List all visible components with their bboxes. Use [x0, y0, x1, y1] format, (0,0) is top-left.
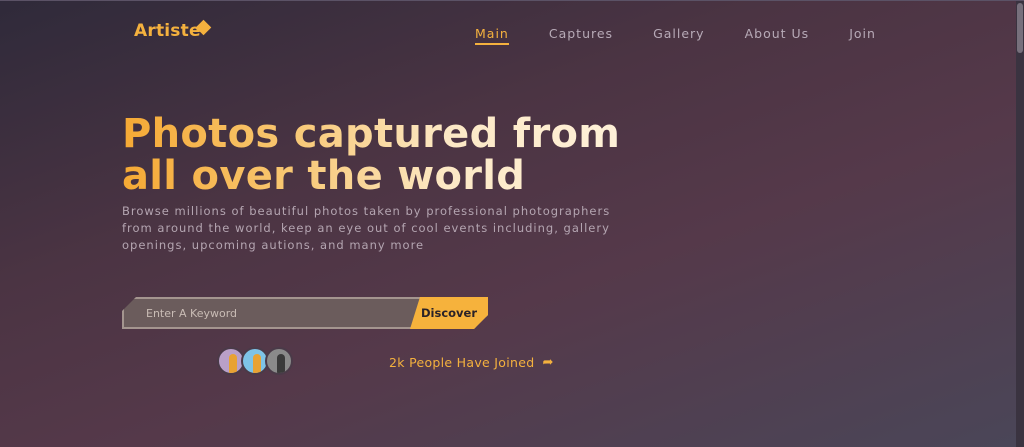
main-nav: Main Captures Gallery About Us Join	[475, 26, 916, 45]
nav-item-captures[interactable]: Captures	[549, 26, 613, 45]
hero-description: Browse millions of beautiful photos take…	[122, 204, 611, 252]
scrollbar-thumb[interactable]	[1017, 3, 1023, 53]
brand-name: Artiste	[134, 21, 201, 41]
nav-item-gallery[interactable]: Gallery	[653, 26, 705, 45]
avatar-group	[217, 347, 293, 375]
avatar	[265, 347, 293, 375]
discover-button[interactable]: Discover	[410, 297, 488, 329]
hero-title: Photos captured from all over the world	[122, 113, 662, 197]
search-input[interactable]	[146, 299, 406, 327]
scrollbar[interactable]	[1016, 1, 1024, 447]
joined-link[interactable]: 2k People Have Joined ➦	[389, 355, 554, 370]
joined-text: 2k People Have Joined	[389, 355, 535, 370]
search-bar: Discover	[122, 297, 488, 329]
nav-item-join[interactable]: Join	[849, 26, 876, 45]
nav-item-main[interactable]: Main	[475, 26, 509, 45]
share-arrow-icon: ➦	[542, 355, 554, 370]
nav-item-about-us[interactable]: About Us	[745, 26, 810, 45]
brand-logo[interactable]: Artiste	[134, 19, 211, 41]
